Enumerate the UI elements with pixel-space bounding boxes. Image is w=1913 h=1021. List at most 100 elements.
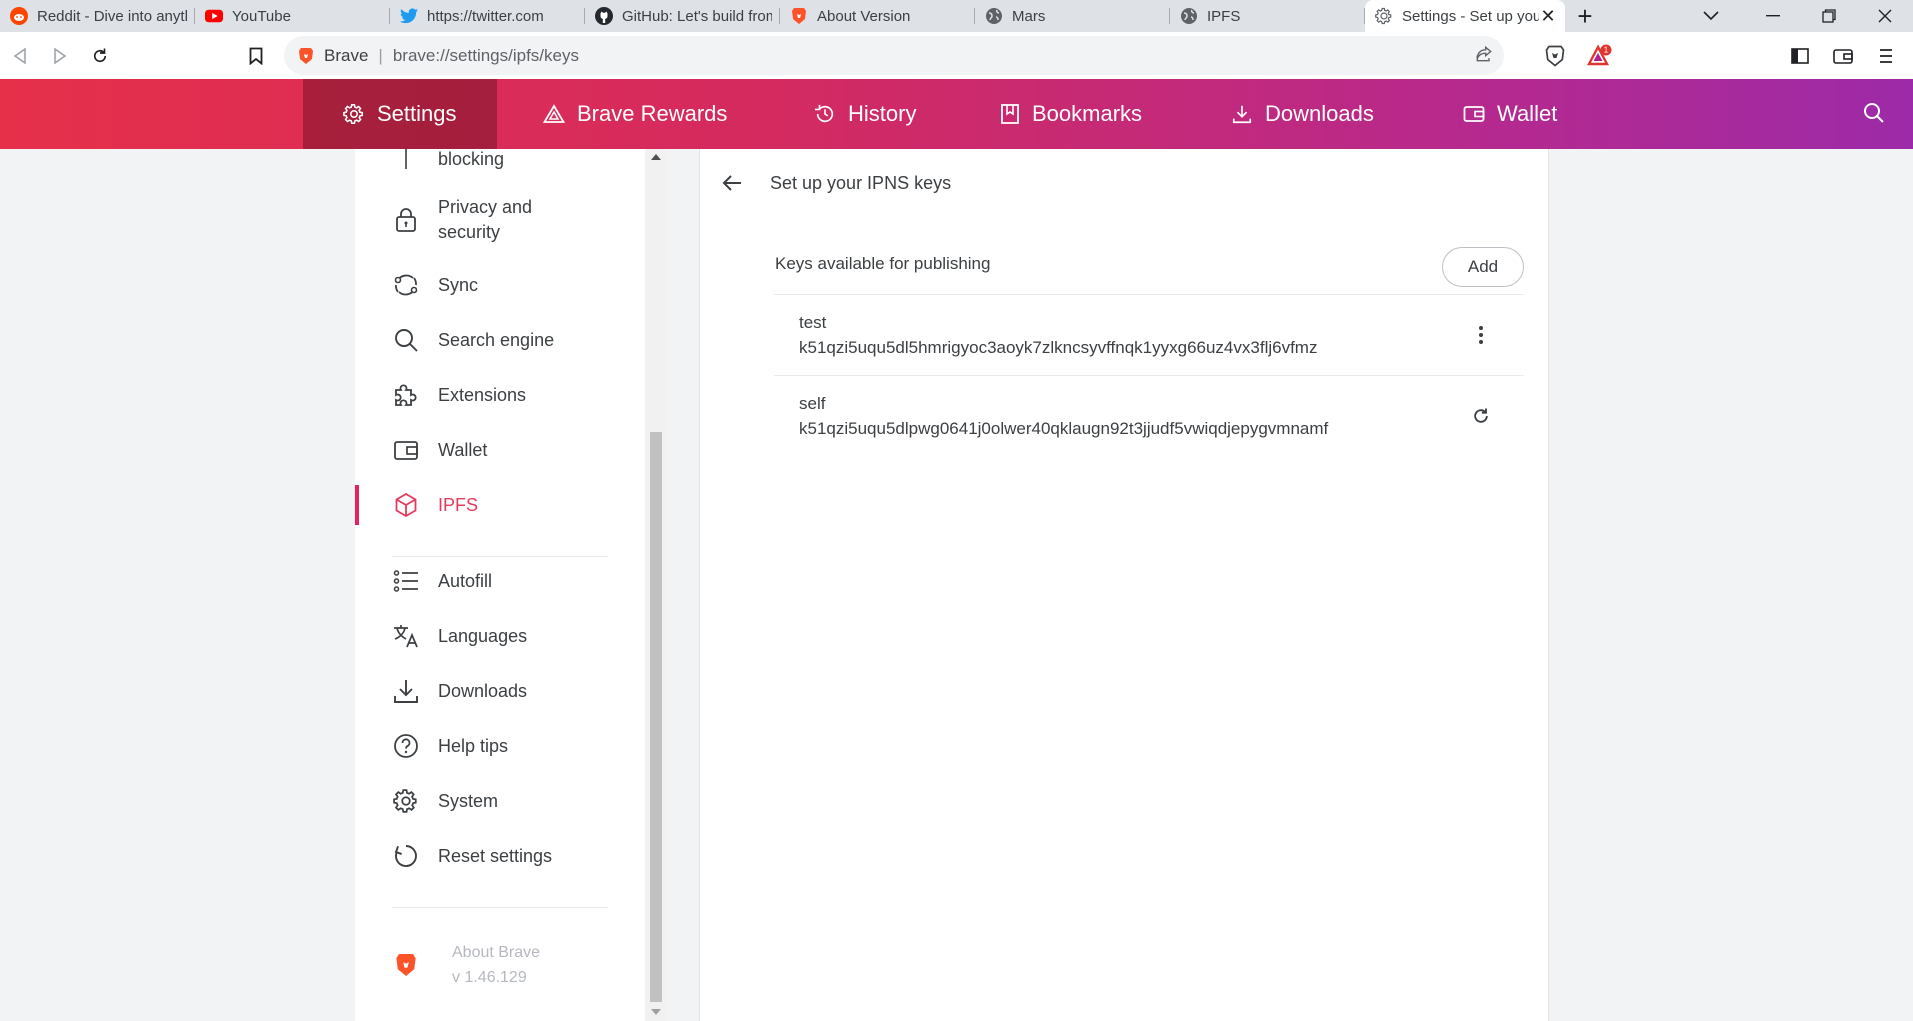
tab-about-version[interactable]: About Version: [780, 0, 975, 32]
refresh-icon: [1474, 408, 1488, 423]
settings-top-nav: Settings Brave Rewards History Bookmarks…: [0, 79, 1913, 149]
brave-rewards-button[interactable]: 1: [1580, 36, 1620, 76]
nav-history[interactable]: History: [814, 79, 916, 149]
sidebar-item-search-engine[interactable]: Search engine: [392, 320, 622, 360]
about-title: About Brave: [452, 944, 541, 961]
keys-section-label: Keys available for publishing: [775, 254, 991, 273]
minimize-button[interactable]: [1745, 0, 1801, 32]
nav-brave-rewards[interactable]: Brave Rewards: [543, 79, 727, 149]
main-menu-button[interactable]: [1866, 36, 1906, 76]
address-bar[interactable]: Brave | brave://settings/ipfs/keys: [284, 36, 1504, 75]
tab-settings-active[interactable]: Settings - Set up your IPNS keys ✕: [1365, 0, 1565, 32]
sidebar-item-extensions[interactable]: Extensions: [392, 375, 622, 415]
key-more-button[interactable]: [1466, 320, 1496, 350]
tab-github[interactable]: GitHub: Let's build from here: [585, 0, 780, 32]
row-divider: [774, 375, 1524, 376]
wallet-icon: [1833, 48, 1853, 64]
nav-label: Downloads: [1265, 101, 1374, 126]
rewards-badge: 1: [1604, 45, 1609, 54]
sidebar-item-label: blocking: [438, 149, 505, 169]
scroll-up-arrow-icon[interactable]: [651, 154, 661, 160]
sidebar-item-system[interactable]: System: [392, 781, 622, 821]
key-name: test: [799, 313, 827, 332]
tab-ipfs[interactable]: IPFS: [1170, 0, 1365, 32]
sidebar-item-sync[interactable]: Sync: [392, 265, 622, 305]
tab-mars[interactable]: Mars: [975, 0, 1170, 32]
tab-title: YouTube: [232, 7, 291, 25]
nav-label: Wallet: [1497, 101, 1558, 126]
tab-title: Settings - Set up your IPNS keys: [1402, 7, 1539, 25]
tab-title: https://twitter.com: [427, 7, 544, 25]
sidebar-item-ipfs[interactable]: IPFS: [392, 485, 622, 525]
wallet-toolbar-button[interactable]: [1823, 36, 1863, 76]
wallet-icon: [1463, 106, 1485, 122]
key-refresh-button[interactable]: [1466, 401, 1496, 431]
ipns-keys-page: Set up your IPNS keys Keys available for…: [699, 149, 1549, 1021]
reset-icon: [392, 842, 420, 870]
scroll-down-arrow-icon[interactable]: [651, 1009, 661, 1015]
reload-icon: [93, 48, 107, 62]
add-key-button[interactable]: Add: [1442, 247, 1524, 287]
gear-icon: [1375, 7, 1393, 25]
sidebar-toggle-button[interactable]: [1780, 36, 1820, 76]
sidebar-item-autofill[interactable]: Autofill: [392, 561, 622, 601]
gear-icon: [343, 104, 364, 124]
sidebar-item-reset-settings[interactable]: Reset settings: [392, 836, 622, 876]
reload-button[interactable]: [80, 36, 120, 76]
sidebar-item-help-tips[interactable]: Help tips: [392, 726, 622, 766]
tab-twitter[interactable]: https://twitter.com: [390, 0, 585, 32]
brave-icon: [790, 7, 808, 25]
sidebar-item-wallet[interactable]: Wallet: [392, 430, 622, 470]
back-button[interactable]: [0, 36, 40, 76]
nav-label: Brave Rewards: [577, 101, 728, 126]
tab-title: About Version: [817, 7, 911, 25]
new-tab-button[interactable]: +: [1565, 0, 1605, 32]
globe-icon: [985, 7, 1003, 25]
download-icon: [392, 677, 420, 705]
sidebar-scrollbar[interactable]: [645, 149, 667, 1021]
page-title: Set up your IPNS keys: [770, 173, 952, 193]
restore-button[interactable]: [1801, 0, 1857, 32]
share-icon[interactable]: [1474, 44, 1494, 69]
bookmark-icon: [249, 47, 263, 65]
arrow-left-icon: [722, 175, 741, 191]
sidebar-item-downloads[interactable]: Downloads: [392, 671, 622, 711]
brave-shields-button[interactable]: [1535, 36, 1575, 76]
sidebar-about-brave[interactable]: About Brave v 1.46.129: [392, 939, 622, 991]
tab-reddit[interactable]: Reddit - Dive into anything: [0, 0, 195, 32]
nav-settings[interactable]: Settings: [303, 79, 497, 149]
sidebar-item-languages[interactable]: Languages: [392, 616, 622, 656]
sidebar-item-blocking-partial[interactable]: blocking: [392, 149, 622, 179]
sidebar-item-label: Languages: [438, 625, 528, 646]
nav-bookmarks[interactable]: Bookmarks: [1000, 79, 1142, 149]
sidebar-item-privacy[interactable]: Privacy and security: [392, 193, 622, 247]
nav-label: Settings: [377, 101, 457, 126]
active-indicator: [355, 485, 359, 525]
youtube-icon: [205, 7, 223, 25]
reddit-icon: [10, 7, 28, 25]
bookmark-button[interactable]: [236, 36, 276, 76]
tab-title: GitHub: Let's build from here: [622, 7, 772, 25]
hamburger-menu-icon: [1880, 48, 1892, 63]
sidebar-item-label: System: [438, 790, 499, 811]
twitter-icon: [400, 7, 418, 25]
tab-youtube[interactable]: YouTube: [195, 0, 390, 32]
sidebar-panel-icon: [1791, 47, 1809, 64]
nav-wallet[interactable]: Wallet: [1463, 79, 1557, 149]
scrollbar-thumb[interactable]: [650, 432, 662, 1002]
close-tab-icon[interactable]: ✕: [1539, 6, 1557, 27]
close-window-button[interactable]: [1857, 0, 1913, 32]
wallet-icon: [392, 436, 420, 464]
nav-downloads[interactable]: Downloads: [1231, 79, 1374, 149]
sidebar-item-label: Search engine: [438, 329, 555, 350]
site-label: Brave: [324, 45, 369, 65]
tab-title: Mars: [1012, 7, 1046, 25]
tab-search-button[interactable]: [1686, 0, 1736, 32]
key-id: k51qzi5uqu5dlpwg0641j0olwer40qklaugn92t3…: [799, 419, 1329, 438]
ipfs-cube-icon: [392, 491, 420, 519]
forward-button[interactable]: [40, 36, 80, 76]
about-version: v 1.46.129: [452, 969, 527, 986]
settings-search-button[interactable]: [1862, 101, 1886, 130]
key-row-self: self k51qzi5uqu5dlpwg0641j0olwer40qklaug…: [799, 391, 1328, 441]
back-arrow-button[interactable]: [722, 174, 742, 197]
